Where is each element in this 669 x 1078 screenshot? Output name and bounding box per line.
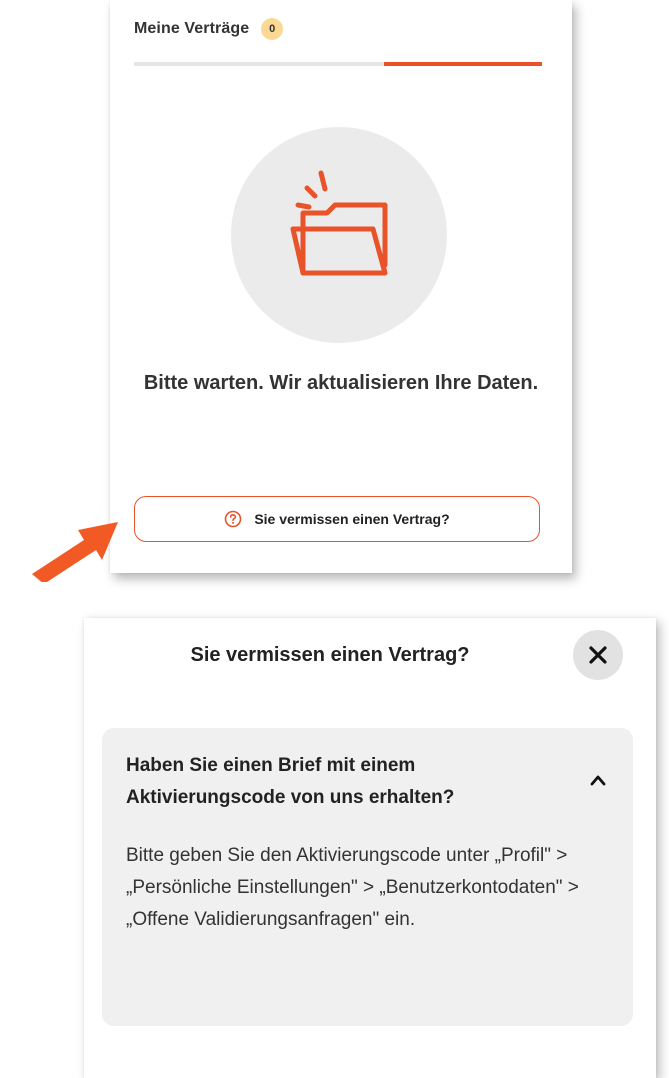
help-sheet: Sie vermissen einen Vertrag? Haben Sie e… bbox=[84, 618, 656, 1078]
missing-contract-button[interactable]: Sie vermissen einen Vertrag? bbox=[134, 496, 540, 542]
close-button[interactable] bbox=[573, 630, 623, 680]
count-badge: 0 bbox=[261, 18, 284, 40]
close-icon bbox=[589, 646, 607, 664]
pointer-arrow-icon bbox=[32, 522, 118, 582]
folder-icon bbox=[290, 170, 388, 276]
status-message: Bitte warten. Wir aktualisieren Ihre Dat… bbox=[143, 372, 539, 394]
tab-title: Meine Verträge bbox=[134, 20, 250, 37]
contracts-card: Meine Verträge 0 Bitte warten. Wir aktua… bbox=[110, 0, 572, 573]
tab-active-indicator bbox=[384, 62, 542, 66]
chevron-up-icon[interactable] bbox=[590, 774, 606, 786]
help-icon bbox=[225, 510, 242, 528]
sheet-title: Sie vermissen einen Vertrag? bbox=[190, 644, 470, 666]
contracts-tab[interactable]: Meine Verträge 0 bbox=[134, 18, 284, 40]
missing-contract-label: Sie vermissen einen Vertrag? bbox=[254, 511, 450, 527]
faq-question[interactable]: Haben Sie einen Brief mit einem Aktivier… bbox=[126, 750, 546, 814]
empty-state-illustration bbox=[231, 127, 447, 343]
faq-answer: Bitte geben Sie den Aktivierungscode unt… bbox=[126, 845, 579, 930]
faq-accordion[interactable]: Haben Sie einen Brief mit einem Aktivier… bbox=[102, 728, 633, 1026]
